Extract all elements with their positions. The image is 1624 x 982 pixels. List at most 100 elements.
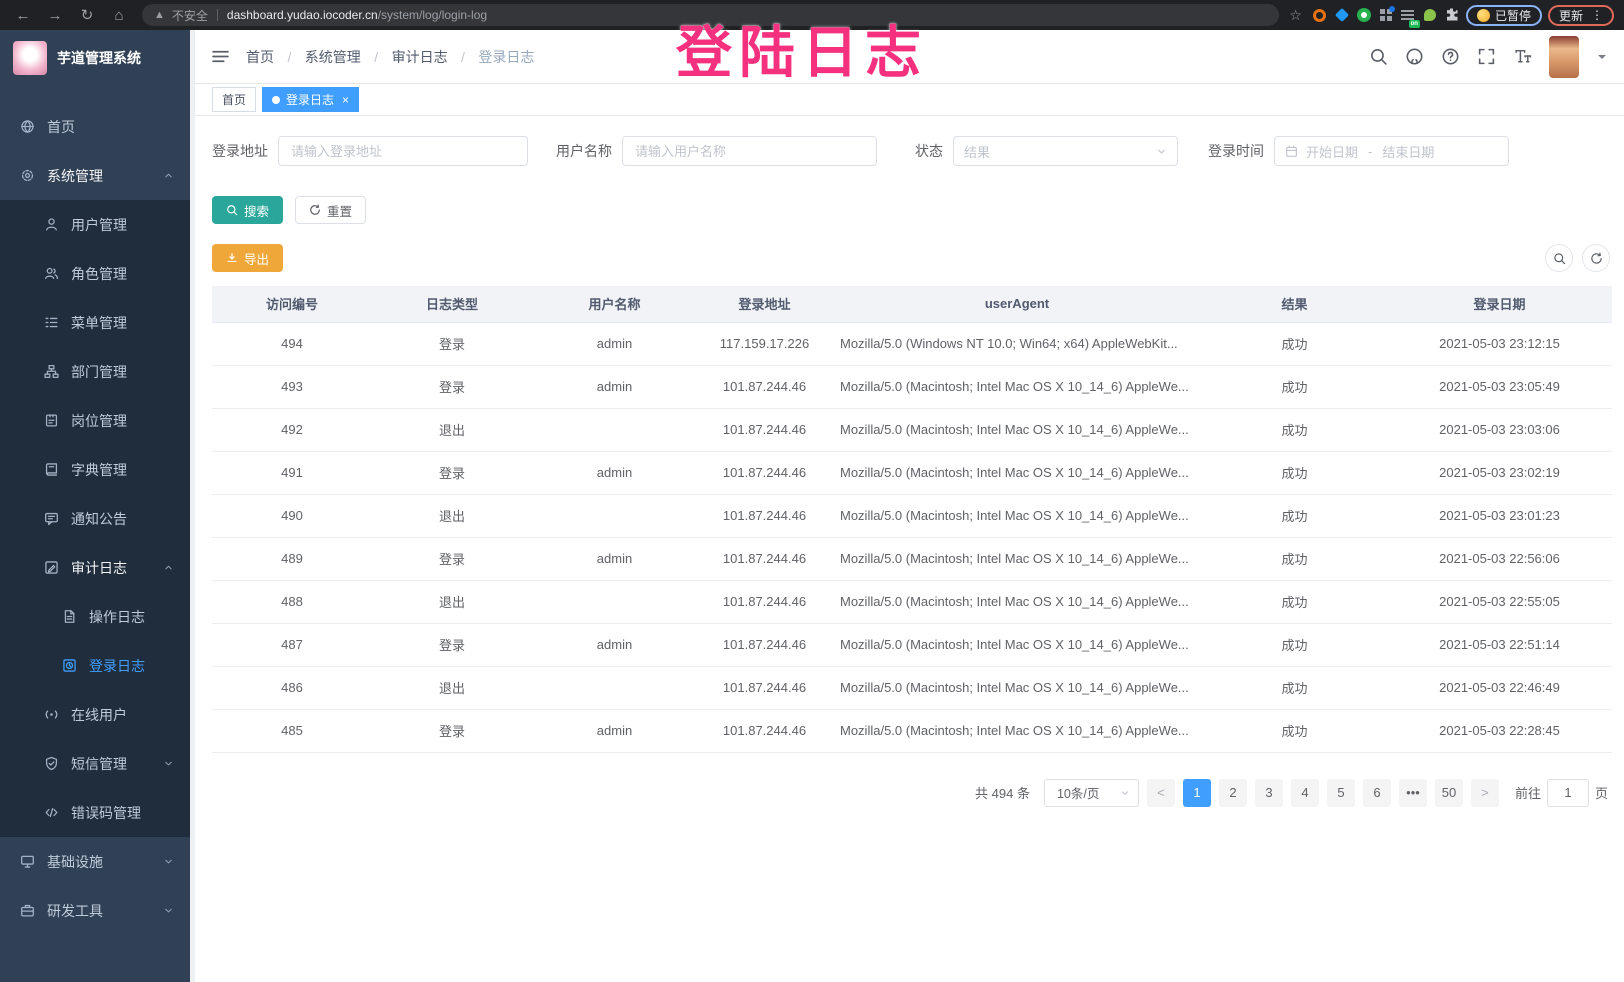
page-content: 登录地址 用户名称 状态 结果 登录时间 开始日期 [195, 116, 1624, 982]
table-cell: 2021-05-03 23:01:23 [1387, 494, 1612, 537]
table-toolbar: 导出 [212, 244, 1610, 272]
breadcrumb-audit-log[interactable]: 审计日志 [392, 49, 448, 65]
goto-label: 前往 [1515, 783, 1541, 802]
filter-form: 登录地址 用户名称 状态 结果 登录时间 开始日期 [212, 136, 1610, 166]
username-input[interactable] [622, 136, 877, 166]
prev-page-button[interactable]: < [1147, 779, 1175, 807]
sidebar-item-dept-management[interactable]: 部门管理 [0, 347, 190, 396]
sidebar-item-audit-log[interactable]: 审计日志 [0, 543, 190, 592]
table-cell [532, 494, 697, 537]
tab-login-log[interactable]: 登录日志 × [262, 87, 359, 112]
breadcrumb-login-log: 登录日志 [478, 49, 534, 65]
breadcrumb-home[interactable]: 首页 [246, 49, 274, 65]
page-size-select[interactable]: 10条/页 [1044, 779, 1139, 807]
date-range-picker[interactable]: 开始日期 - 结束日期 [1274, 136, 1509, 166]
search-icon[interactable] [1369, 47, 1388, 66]
sidebar-item-notice-announcement[interactable]: 通知公告 [0, 494, 190, 543]
table-cell: 2021-05-03 22:51:14 [1387, 623, 1612, 666]
chevron-up-icon [163, 170, 174, 181]
total-count: 共 494 条 [975, 783, 1030, 802]
extension-grid-icon[interactable] [1378, 7, 1394, 23]
table-cell: 487 [212, 623, 372, 666]
page-button-50[interactable]: 50 [1435, 779, 1463, 807]
table-cell: 101.87.244.46 [697, 365, 832, 408]
table-cell: 成功 [1202, 709, 1387, 752]
chevron-down-icon [1120, 788, 1130, 798]
page-more-button[interactable]: ••• [1399, 779, 1427, 807]
sidebar-item-online-users[interactable]: 在线用户 [0, 690, 190, 739]
login-log-table: 访问编号日志类型用户名称登录地址userAgent结果登录日期 494登录adm… [212, 286, 1612, 753]
help-icon[interactable] [1441, 47, 1460, 66]
app-title: 芋道管理系统 [57, 48, 141, 68]
table-cell: Mozilla/5.0 (Macintosh; Intel Mac OS X 1… [832, 666, 1202, 709]
user-avatar[interactable] [1549, 36, 1579, 78]
table-cell: Mozilla/5.0 (Macintosh; Intel Mac OS X 1… [832, 537, 1202, 580]
doc-icon [62, 609, 77, 624]
table-cell: Mozilla/5.0 (Macintosh; Intel Mac OS X 1… [832, 580, 1202, 623]
username-label: 用户名称 [556, 141, 612, 161]
reload-icon[interactable]: ↻ [74, 6, 100, 24]
table-cell: Mozilla/5.0 (Macintosh; Intel Mac OS X 1… [832, 451, 1202, 494]
sidebar-item-operation-log[interactable]: 操作日志 [0, 592, 190, 641]
sidebar-item-role-management[interactable]: 角色管理 [0, 249, 190, 298]
browser-menu-icon[interactable]: ⋮ [1591, 8, 1603, 22]
sidebar-item-sms-management[interactable]: 短信管理 [0, 739, 190, 788]
hide-search-button[interactable] [1545, 244, 1573, 272]
forward-icon[interactable]: → [42, 7, 68, 24]
extension-gem-icon[interactable] [1334, 7, 1350, 23]
sidebar-item-system-management[interactable]: 系统管理 [0, 151, 190, 200]
profile-paused-badge[interactable]: 已暂停 [1466, 5, 1542, 26]
extension-orange-icon[interactable] [1312, 7, 1328, 23]
table-cell: admin [532, 451, 697, 494]
status-select[interactable]: 结果 [953, 136, 1178, 166]
sidebar-item-infrastructure[interactable]: 基础设施 [0, 837, 190, 886]
sidebar-item-home[interactable]: 首页 [0, 102, 190, 151]
sidebar-item-dict-management[interactable]: 字典管理 [0, 445, 190, 494]
font-size-icon[interactable] [1513, 47, 1532, 66]
github-icon[interactable] [1405, 47, 1424, 66]
sidebar-item-post-management[interactable]: 岗位管理 [0, 396, 190, 445]
chevron-down-icon[interactable] [1596, 51, 1608, 63]
extensions-puzzle-icon[interactable] [1444, 7, 1460, 23]
goto-page-input[interactable] [1547, 779, 1589, 807]
column-header: 登录日期 [1387, 286, 1612, 322]
back-icon[interactable]: ← [10, 7, 36, 24]
sidebar-item-dev-tools[interactable]: 研发工具 [0, 886, 190, 935]
page-button-6[interactable]: 6 [1363, 779, 1391, 807]
table-cell: 492 [212, 408, 372, 451]
chevron-down-icon [163, 905, 174, 916]
sidebar-item-menu-management[interactable]: 菜单管理 [0, 298, 190, 347]
logo-area[interactable]: 芋道管理系统 [0, 30, 190, 86]
next-page-button[interactable]: > [1471, 779, 1499, 807]
page-button-3[interactable]: 3 [1255, 779, 1283, 807]
sidebar-item-error-code-management[interactable]: 错误码管理 [0, 788, 190, 837]
overlay-annotation: 登陆日志 [676, 8, 928, 89]
sidebar-item-login-log[interactable]: 登录日志 [0, 641, 190, 690]
table-cell: 登录 [372, 451, 532, 494]
goto-suffix: 页 [1595, 783, 1608, 802]
close-tab-icon[interactable]: × [342, 93, 349, 107]
reset-button[interactable]: 重置 [295, 196, 366, 224]
tab-home[interactable]: 首页 [212, 87, 256, 112]
page-button-1[interactable]: 1 [1183, 779, 1211, 807]
refresh-table-button[interactable] [1582, 244, 1610, 272]
emoji-avatar-icon [1477, 9, 1490, 22]
breadcrumb-system[interactable]: 系统管理 [305, 49, 361, 65]
hamburger-icon[interactable] [211, 47, 230, 66]
page-button-2[interactable]: 2 [1219, 779, 1247, 807]
home-icon[interactable]: ⌂ [106, 7, 132, 24]
extension-plant-icon[interactable] [1422, 7, 1438, 23]
extension-list-on-icon[interactable]: on [1400, 7, 1416, 23]
extension-green-icon[interactable] [1356, 7, 1372, 23]
export-button[interactable]: 导出 [212, 244, 283, 272]
bookmark-star-icon[interactable]: ☆ [1289, 7, 1302, 24]
sidebar-item-user-management[interactable]: 用户管理 [0, 200, 190, 249]
browser-update-button[interactable]: 更新 ⋮ [1548, 5, 1614, 26]
page-button-5[interactable]: 5 [1327, 779, 1355, 807]
log-icon [62, 658, 77, 673]
table-cell: Mozilla/5.0 (Macintosh; Intel Mac OS X 1… [832, 494, 1202, 537]
address-input[interactable] [278, 136, 528, 166]
search-button[interactable]: 搜索 [212, 196, 283, 224]
page-button-4[interactable]: 4 [1291, 779, 1319, 807]
fullscreen-icon[interactable] [1477, 47, 1496, 66]
